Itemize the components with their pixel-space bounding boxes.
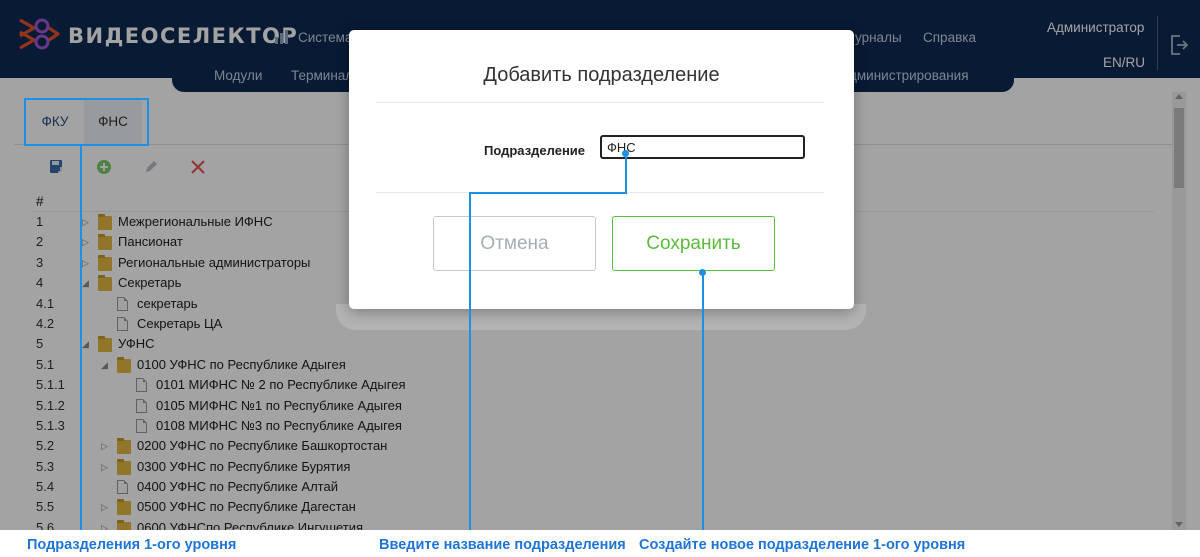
save-button[interactable]: Сохранить xyxy=(612,216,775,271)
annotation-tabs-box xyxy=(24,98,149,146)
annotation-input-line-a xyxy=(625,154,627,193)
annotation-save-line xyxy=(702,272,704,532)
dialog-title: Добавить подразделение xyxy=(483,64,720,86)
annotation-input-line-c xyxy=(469,192,471,532)
dialog-divider-top xyxy=(376,102,824,103)
caption-input: Введите название подразделения xyxy=(379,537,626,553)
caption-save: Создайте новое подразделение 1-ого уровн… xyxy=(639,537,966,553)
unit-name-input[interactable] xyxy=(600,135,805,159)
add-unit-dialog: Добавить подразделение Подразделение Отм… xyxy=(349,30,854,309)
annotation-input-line-b xyxy=(469,192,627,194)
caption-tabs: Подразделения 1-ого уровня xyxy=(27,537,237,553)
annotation-tabs-line xyxy=(80,146,82,532)
unit-field-label: Подразделение xyxy=(484,143,586,158)
cancel-button[interactable]: Отмена xyxy=(433,216,596,271)
